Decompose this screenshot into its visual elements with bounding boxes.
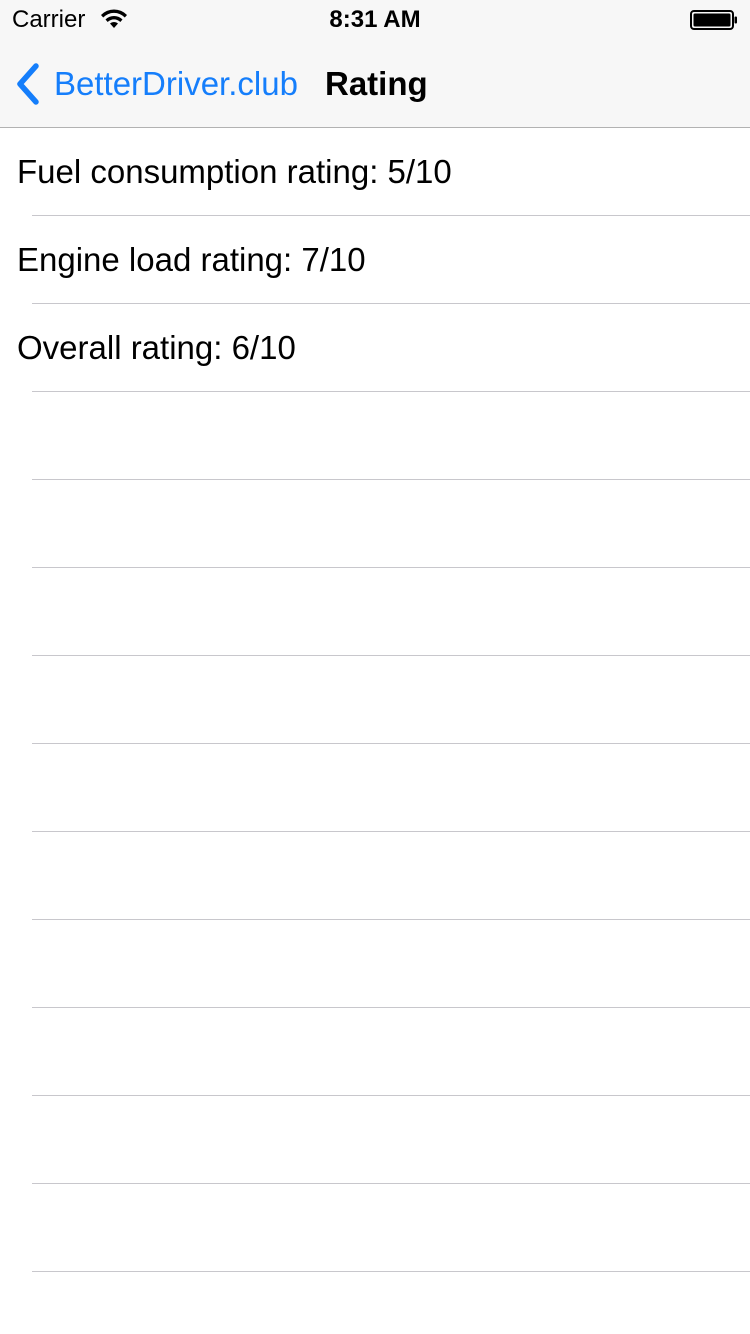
status-bar: Carrier 8:31 AM: [0, 0, 750, 40]
status-time: 8:31 AM: [329, 6, 421, 33]
empty-table-row: [0, 832, 750, 920]
chevron-left-icon: [17, 63, 39, 105]
empty-table-row: [0, 920, 750, 1008]
table-row[interactable]: Engine load rating: 7/10: [0, 216, 750, 304]
row-label: Engine load rating: 7/10: [17, 241, 366, 278]
row-label: Overall rating: 6/10: [17, 329, 296, 366]
back-button-label: BetterDriver.club: [54, 65, 298, 102]
ratings-table: Fuel consumption rating: 5/10 Engine loa…: [0, 128, 750, 1272]
row-label: Fuel consumption rating: 5/10: [17, 153, 452, 190]
back-button[interactable]: BetterDriver.club: [14, 40, 298, 128]
table-row[interactable]: Overall rating: 6/10: [0, 304, 750, 392]
empty-table-row: [0, 1008, 750, 1096]
table-row[interactable]: Fuel consumption rating: 5/10: [0, 128, 750, 216]
empty-table-row: [0, 1184, 750, 1272]
empty-table-row: [0, 480, 750, 568]
empty-table-row: [0, 744, 750, 832]
empty-table-row: [0, 392, 750, 480]
rating-screen: Carrier 8:31 AM BetterDriver.club Rating: [0, 0, 750, 1334]
navigation-bar: BetterDriver.club Rating: [0, 40, 750, 128]
empty-table-row: [0, 1096, 750, 1184]
page-title: Rating: [325, 65, 428, 102]
empty-table-row: [0, 568, 750, 656]
battery-icon: [690, 10, 737, 30]
top-bar: Carrier 8:31 AM BetterDriver.club Rating: [0, 0, 750, 128]
empty-table-row: [0, 656, 750, 744]
